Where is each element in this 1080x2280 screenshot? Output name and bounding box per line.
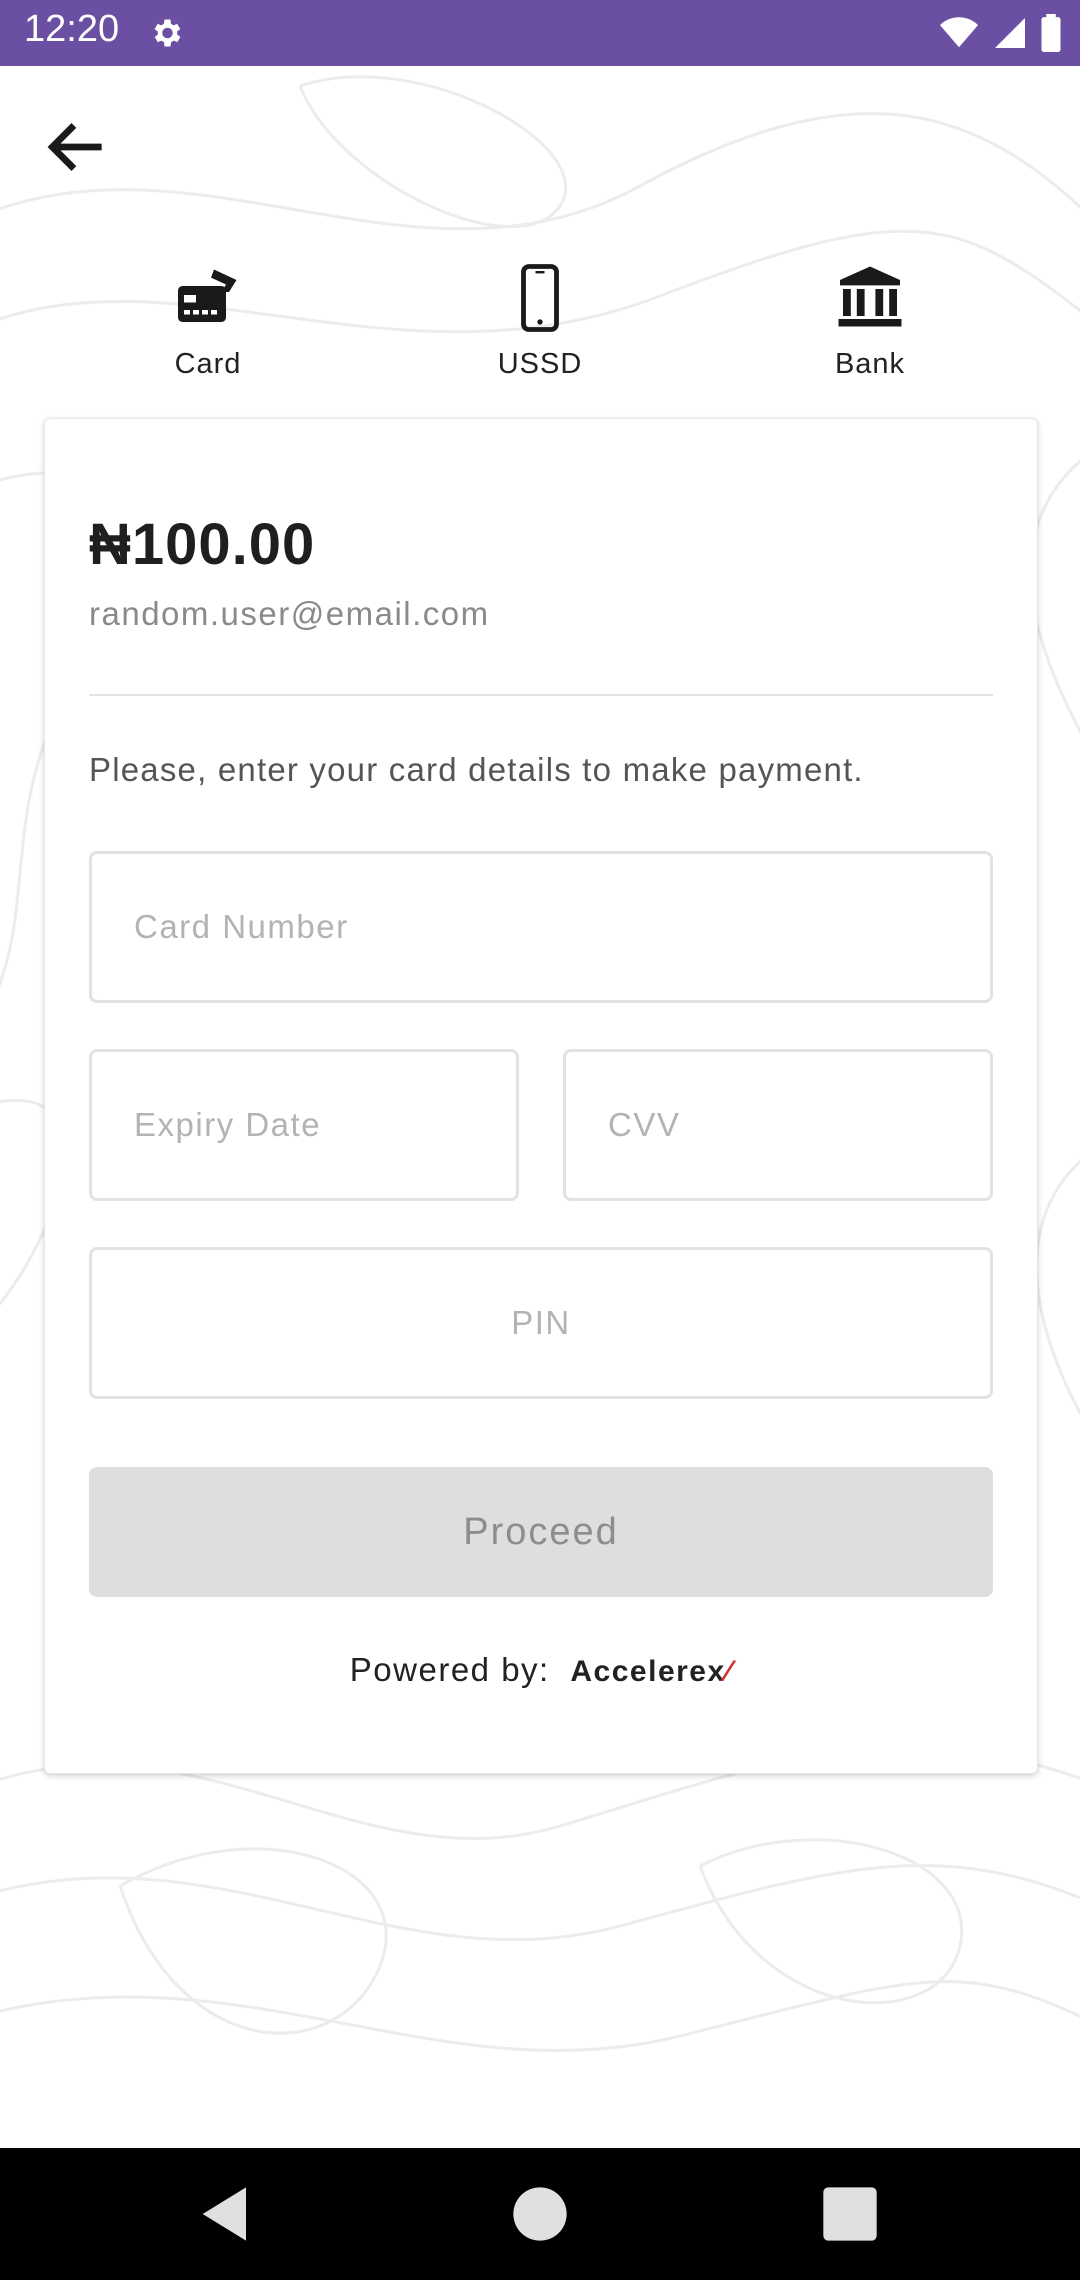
card-number-field-wrapper	[89, 851, 993, 1003]
cvv-field-wrapper	[563, 1049, 993, 1201]
powered-by-label: Powered by:	[349, 1651, 550, 1688]
brand-name: Accelerex	[570, 1655, 726, 1689]
expiry-field-wrapper	[89, 1049, 519, 1201]
cvv-input[interactable]	[566, 1052, 990, 1198]
tab-bank[interactable]: Bank	[760, 250, 980, 400]
payment-card: ₦100.00 random.user@email.com Please, en…	[44, 418, 1038, 1774]
tab-ussd-label: USSD	[497, 348, 583, 380]
wifi-icon	[940, 17, 979, 48]
signal-icon	[994, 18, 1025, 48]
battery-icon	[1041, 14, 1061, 52]
tab-card[interactable]: Card	[98, 250, 318, 400]
proceed-button[interactable]: Proceed	[89, 1467, 993, 1597]
navigation-bar	[0, 2148, 1080, 2280]
tab-card-label: Card	[174, 348, 242, 380]
divider	[89, 694, 993, 696]
nav-back-icon[interactable]	[186, 2174, 266, 2254]
instruction-text: Please, enter your card details to make …	[89, 751, 864, 788]
tab-ussd[interactable]: USSD	[430, 250, 650, 400]
bank-icon	[838, 266, 902, 327]
card-icon	[178, 269, 237, 322]
payment-amount: ₦100.00	[89, 512, 316, 577]
tab-bank-label: Bank	[834, 348, 906, 380]
phone-icon	[521, 264, 559, 332]
settings-gear-icon	[154, 19, 181, 47]
pin-input[interactable]	[92, 1250, 990, 1396]
card-number-input[interactable]	[92, 854, 990, 1000]
powered-by: Powered by: Accelerex⁄	[45, 1651, 1037, 1689]
status-icons	[931, 14, 1062, 54]
nav-recents-icon[interactable]	[810, 2174, 890, 2254]
status-bar: 12:20	[0, 0, 1080, 66]
brand-accent-mark: ⁄	[725, 1655, 733, 1689]
status-time: 12:20	[24, 8, 120, 50]
back-arrow-icon[interactable]	[40, 110, 114, 184]
pin-field-wrapper	[89, 1247, 993, 1399]
expiry-date-input[interactable]	[92, 1052, 516, 1198]
payer-email: random.user@email.com	[89, 595, 490, 632]
accelerex-logo: Accelerex⁄	[570, 1655, 732, 1689]
payment-method-tabs: Card USSD Bank	[0, 250, 1080, 400]
nav-home-icon[interactable]	[500, 2174, 580, 2254]
